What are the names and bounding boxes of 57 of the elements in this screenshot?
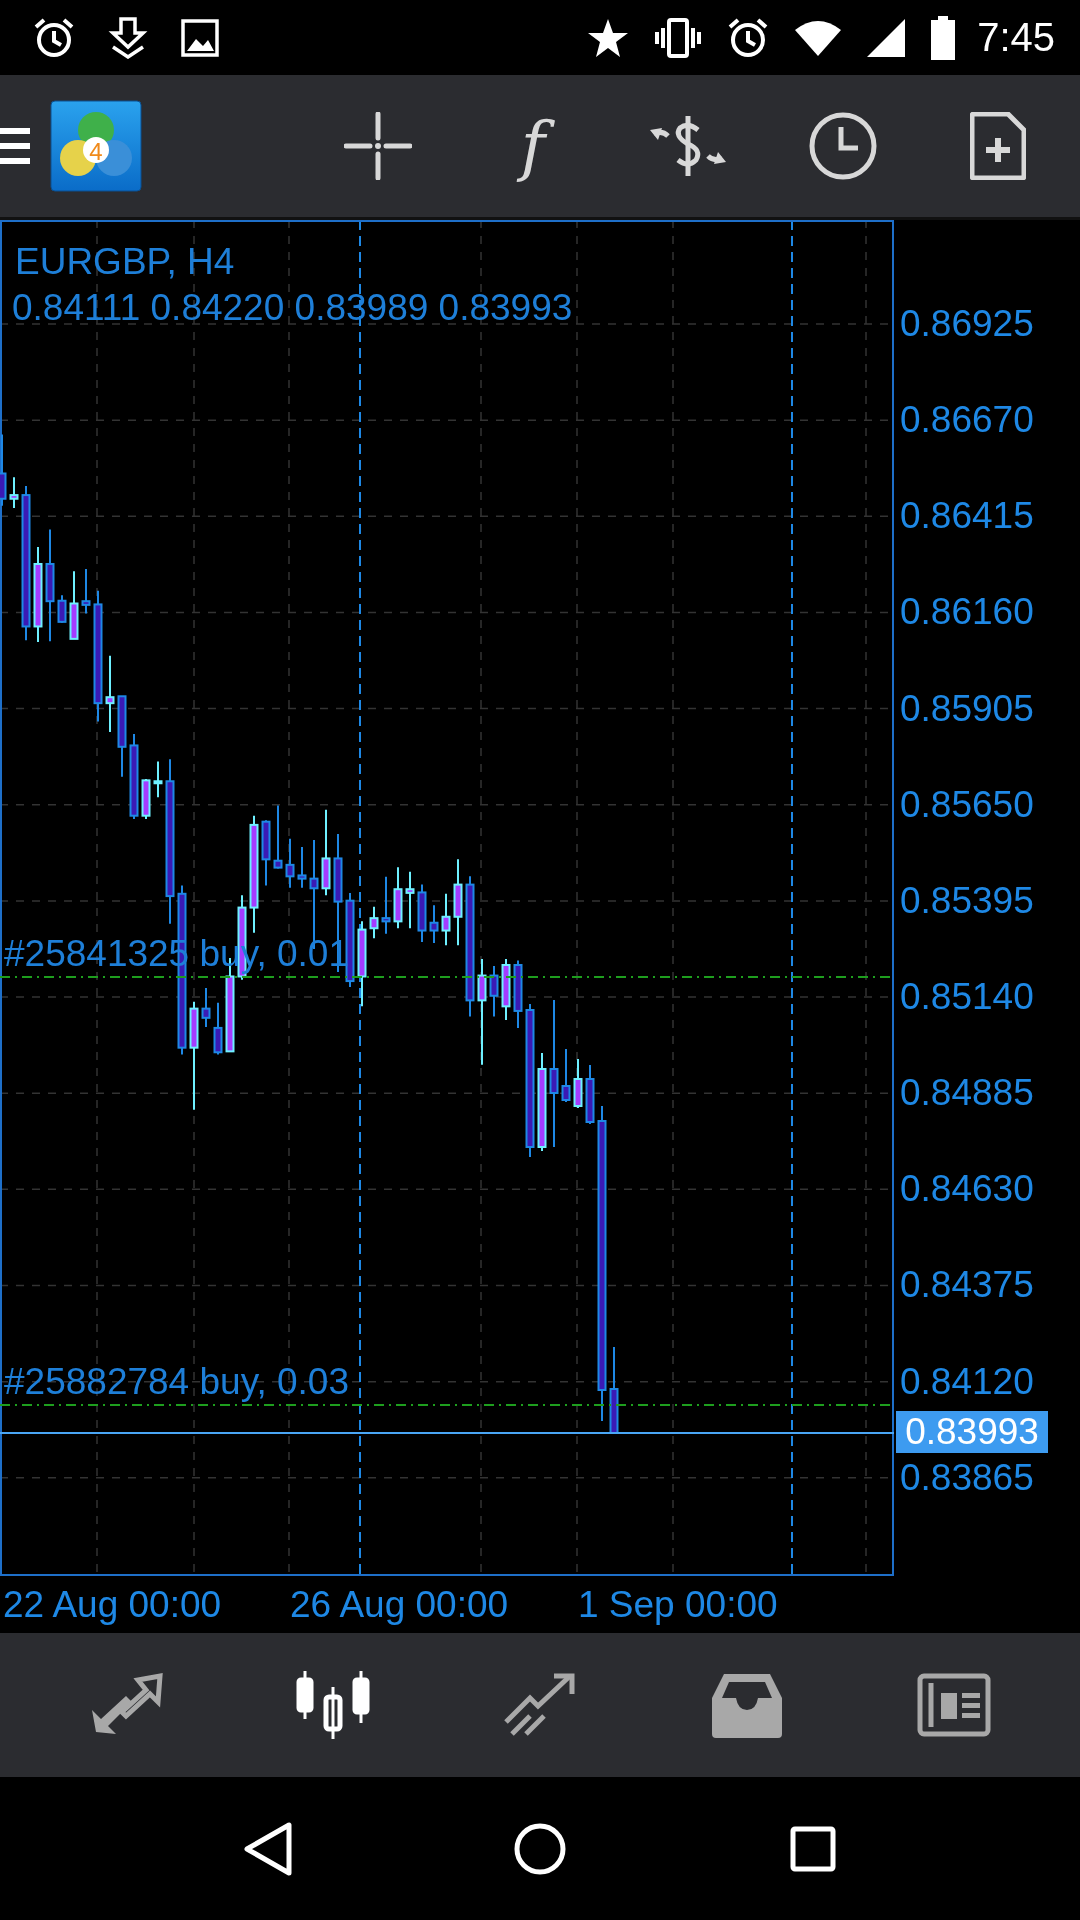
symbol-label: EURGBP, H4: [15, 241, 235, 282]
date-label: 26 Aug 00:00: [290, 1583, 510, 1626]
battery-icon: [931, 15, 956, 60]
price-label: 0.86925: [900, 303, 1034, 346]
clock-time: 7:45: [977, 15, 1055, 60]
price-label: 0.84885: [900, 1072, 1034, 1115]
price-label: 0.86160: [900, 591, 1034, 634]
candle: [513, 959, 523, 1029]
candle: [441, 892, 451, 947]
candle: [285, 837, 295, 889]
candle: [201, 986, 211, 1028]
candle: [141, 777, 151, 820]
order-label: #25882784 buy, 0.03: [4, 1361, 349, 1402]
logo-number-label: 4: [89, 138, 103, 165]
candle: [273, 804, 283, 870]
candle: [213, 1001, 223, 1056]
ohlc-label: 0.84111 0.84220 0.83989 0.83993: [12, 287, 573, 328]
candle: [57, 594, 67, 624]
candle: [81, 568, 91, 615]
inbox-icon: [709, 1672, 784, 1738]
price-label: 0.86670: [900, 399, 1034, 442]
price-label: 0.86415: [900, 495, 1034, 538]
candle: [429, 904, 439, 944]
candle: [561, 1048, 571, 1103]
candle: [501, 958, 511, 1022]
price-label: 0.84120: [900, 1360, 1034, 1403]
price-label: 0.85395: [900, 879, 1034, 922]
candle: [417, 883, 427, 944]
candle: [489, 964, 499, 1018]
download-icon: [107, 16, 149, 59]
candle: [405, 870, 415, 930]
candle: [585, 1064, 595, 1125]
candle: [381, 875, 391, 935]
price-label: 0.84630: [900, 1168, 1034, 1211]
candle: [69, 570, 79, 640]
candle: [297, 845, 307, 889]
vibrate-icon: [655, 17, 702, 58]
alarm-icon: [33, 16, 75, 59]
date-label: 1 Sep 00:00: [578, 1583, 779, 1626]
candle: [261, 819, 271, 887]
candle: [369, 905, 379, 940]
wifi-icon: [795, 19, 842, 56]
current-price-badge: 0.83993: [896, 1411, 1048, 1453]
date-label: 22 Aug 00:00: [3, 1583, 223, 1626]
price-label: 0.85905: [900, 687, 1034, 730]
candle: [9, 476, 19, 509]
newspaper-icon: [916, 1673, 991, 1737]
signal-icon: [867, 18, 906, 57]
price-label: 0.85140: [900, 976, 1034, 1019]
price-label: 0.83865: [900, 1456, 1034, 1499]
image-icon: [181, 18, 219, 57]
alarm-icon: [727, 16, 770, 59]
candle: [573, 1058, 583, 1109]
price-label: 0.85650: [900, 783, 1034, 826]
price-label: 0.84375: [900, 1264, 1034, 1307]
candle: [393, 866, 403, 930]
candle: [153, 760, 163, 799]
